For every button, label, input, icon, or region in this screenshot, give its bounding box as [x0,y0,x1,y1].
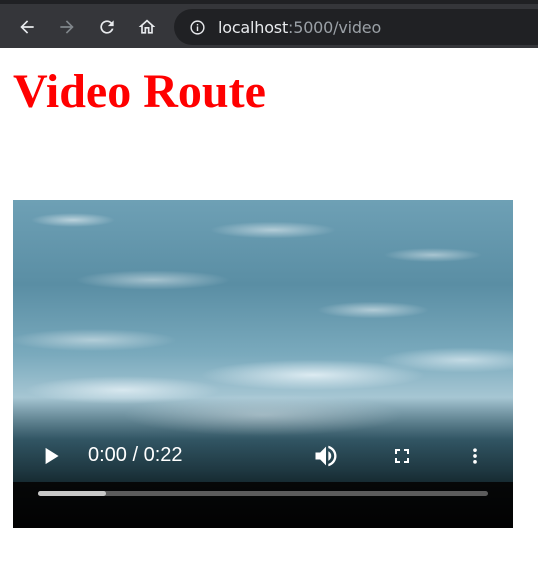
play-button[interactable] [37,442,65,470]
fullscreen-icon [395,449,409,463]
time-display: 0:00 / 0:22 [88,444,183,466]
address-bar[interactable]: localhost:5000/video [174,9,538,45]
reload-button[interactable] [92,12,122,42]
url-host: localhost [218,17,289,37]
home-button[interactable] [132,12,162,42]
arrow-left-icon [20,20,34,34]
more-vertical-icon [473,448,477,464]
browser-toolbar: localhost:5000/video [0,0,538,48]
seek-bar[interactable] [38,491,488,496]
url-text: localhost:5000/video [218,18,381,37]
volume-icon [315,445,337,467]
more-options-button[interactable] [465,442,485,470]
info-icon[interactable] [188,18,206,36]
buffered-progress [38,491,106,496]
page-title: Video Route [13,65,266,118]
fullscreen-button[interactable] [388,442,416,470]
video-controls: 0:00 / 0:22 [13,432,513,476]
video-player[interactable]: 0:00 / 0:22 [13,200,513,528]
mute-button[interactable] [311,441,341,471]
home-icon [138,19,156,34]
forward-button[interactable] [52,12,82,42]
arrow-right-icon [60,20,74,34]
back-button[interactable] [12,12,42,42]
reload-icon [100,20,114,34]
url-path: :5000/video [288,17,382,37]
play-icon [45,447,59,465]
